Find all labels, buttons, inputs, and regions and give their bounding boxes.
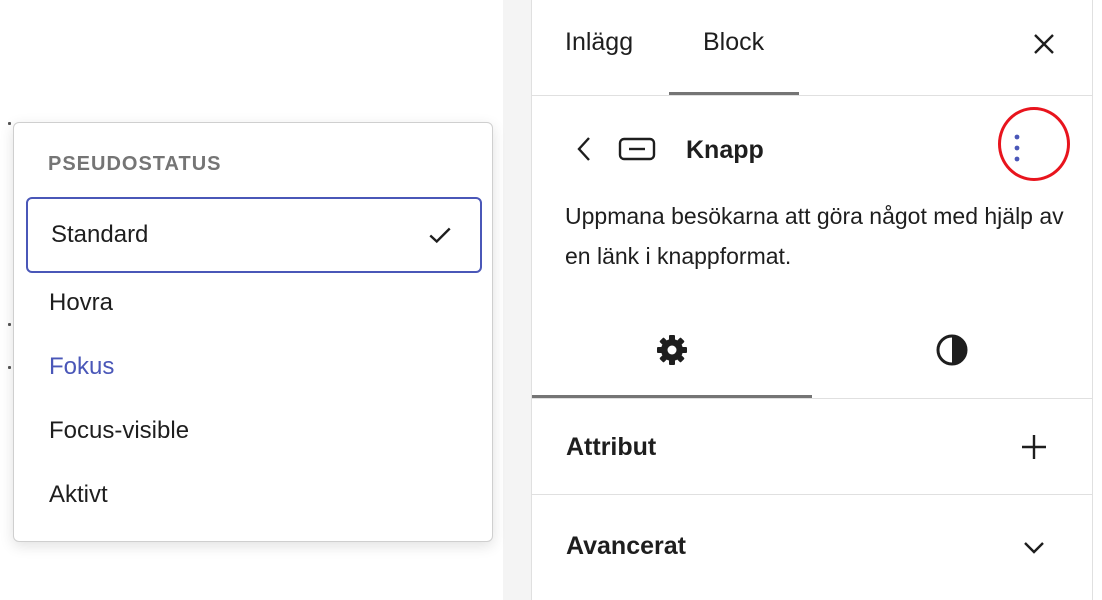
tab-inlagg[interactable]: Inlägg	[565, 28, 633, 57]
button-block-icon	[618, 136, 656, 164]
more-options-button[interactable]	[1002, 132, 1032, 168]
tab-settings[interactable]	[532, 306, 812, 398]
active-tab-indicator	[532, 395, 812, 398]
menu-item-label: Focus-visible	[49, 417, 190, 444]
panel-attribut[interactable]: Attribut	[532, 399, 1092, 495]
canvas-gutter	[503, 0, 531, 600]
tab-styles[interactable]	[812, 306, 1092, 398]
tab-block[interactable]: Block	[703, 28, 764, 57]
block-title: Knapp	[686, 136, 764, 164]
pseudostate-popover: PSEUDOSTATUS Standard Hovra Fokus Focus-…	[13, 122, 493, 542]
menu-item-label: Fokus	[49, 353, 115, 380]
menu-item-standard[interactable]: Standard	[26, 197, 482, 273]
contrast-icon	[935, 333, 969, 372]
chevron-left-icon	[576, 135, 592, 168]
gear-icon	[656, 334, 688, 371]
active-tab-indicator	[669, 92, 799, 95]
vertical-ellipsis-icon	[1013, 133, 1021, 168]
plus-icon	[1018, 431, 1050, 463]
block-card: Knapp Uppmana besökarna att göra något m…	[532, 96, 1092, 306]
menu-item-label: Standard	[51, 221, 149, 248]
sidebar-tabs: Inlägg Block	[532, 0, 1092, 96]
menu-item-label: Aktivt	[49, 481, 108, 508]
close-icon	[1033, 33, 1055, 60]
block-settings-tabs	[532, 306, 1092, 399]
menu-item-label: Hovra	[49, 289, 114, 316]
chevron-down-icon	[1018, 531, 1050, 563]
panel-avancerat[interactable]: Avancerat	[532, 495, 1092, 591]
canvas-fragment	[8, 122, 11, 125]
checkmark-icon	[420, 215, 460, 255]
panel-title: Avancerat	[566, 532, 686, 560]
close-sidebar-button[interactable]	[1026, 28, 1062, 64]
canvas-fragment	[8, 323, 11, 326]
back-button[interactable]	[570, 134, 598, 168]
canvas-fragment	[8, 366, 11, 369]
block-description: Uppmana besökarna att göra något med hjä…	[565, 203, 1064, 269]
popover-heading: PSEUDOSTATUS	[48, 153, 222, 175]
panel-title: Attribut	[566, 433, 657, 461]
menu-item-aktivt[interactable]: Aktivt	[26, 457, 482, 533]
settings-sidebar: Inlägg Block Knapp Uppmana besökarna att…	[531, 0, 1093, 600]
